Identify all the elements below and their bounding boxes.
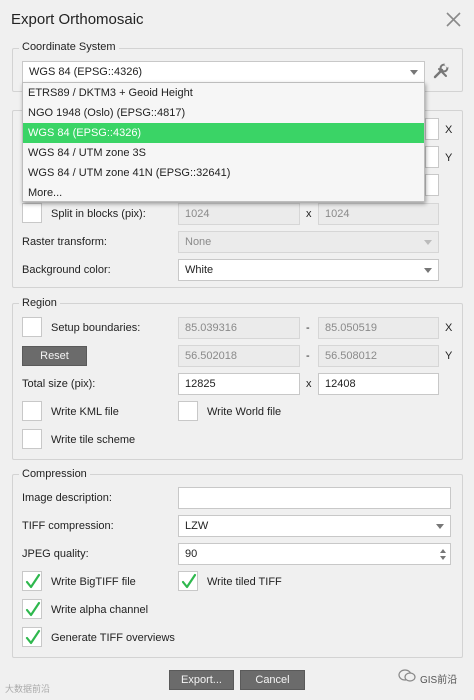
write-alpha-checkbox[interactable] <box>22 599 42 619</box>
raster-y-field[interactable] <box>425 146 439 168</box>
jpeg-quality-spinbox[interactable]: 90 <box>178 543 451 565</box>
write-tile-scheme-label: Write tile scheme <box>51 434 136 446</box>
times-sign: x <box>306 378 312 390</box>
image-description-label: Image description: <box>22 492 112 504</box>
dialog-title: Export Orthomosaic <box>11 11 144 28</box>
axis-y-label: Y <box>445 350 453 362</box>
raster-transform-value: None <box>185 236 212 248</box>
background-color-label: Background color: <box>22 264 111 276</box>
setup-boundaries-label: Setup boundaries: <box>51 322 141 334</box>
dropdown-option[interactable]: NGO 1948 (Oslo) (EPSG::4817) <box>23 103 424 123</box>
split-blocks-checkbox[interactable] <box>22 203 42 223</box>
write-bigtiff-label: Write BigTIFF file <box>51 576 136 588</box>
generate-overviews-checkbox[interactable] <box>22 627 42 647</box>
write-kml-label: Write KML file <box>51 406 119 418</box>
write-tiled-tiff-checkbox[interactable] <box>178 571 198 591</box>
tiff-compression-label: TIFF compression: <box>22 520 114 532</box>
y-min-input[interactable]: 56.502018 <box>178 345 300 367</box>
range-dash: - <box>306 350 310 362</box>
x-min-input[interactable]: 85.039316 <box>178 317 300 339</box>
coordinate-system-dropdown[interactable]: ETRS89 / DKTM3 + Geoid Height NGO 1948 (… <box>22 82 425 202</box>
dropdown-option[interactable]: WGS 84 / UTM zone 41N (EPSG::32641) <box>23 163 424 183</box>
checkmark-icon <box>181 573 197 589</box>
total-height-input[interactable]: 12408 <box>318 373 439 395</box>
region-legend: Region <box>19 297 60 309</box>
write-kml-checkbox[interactable] <box>22 401 42 421</box>
write-world-label: Write World file <box>207 406 282 418</box>
split-blocks-label: Split in blocks (pix): <box>51 208 146 220</box>
jpeg-quality-label: JPEG quality: <box>22 548 89 560</box>
range-dash: - <box>306 322 310 334</box>
watermark-right: GIS前沿 <box>420 675 458 686</box>
cancel-button[interactable]: Cancel <box>240 670 305 690</box>
total-size-label: Total size (pix): <box>22 378 96 390</box>
axis-x-label: X <box>445 322 453 334</box>
spin-down-icon[interactable] <box>440 556 446 560</box>
write-alpha-label: Write alpha channel <box>51 604 149 616</box>
dropdown-option[interactable]: WGS 84 / UTM zone 3S <box>23 143 424 163</box>
axis-y-label: Y <box>445 152 453 164</box>
write-world-checkbox[interactable] <box>178 401 198 421</box>
x-max-input[interactable]: 85.050519 <box>318 317 439 339</box>
generate-overviews-label: Generate TIFF overviews <box>51 632 175 644</box>
raster-x-field[interactable] <box>425 118 439 140</box>
axis-x-label: X <box>445 124 453 136</box>
dropdown-option[interactable]: ETRS89 / DKTM3 + Geoid Height <box>23 83 424 103</box>
image-description-input[interactable] <box>178 487 451 509</box>
jpeg-quality-value: 90 <box>185 548 198 560</box>
chevron-down-icon <box>424 240 432 245</box>
chevron-down-icon <box>424 268 432 273</box>
tiff-compression-select[interactable]: LZW <box>178 515 451 537</box>
export-button[interactable]: Export... <box>169 670 234 690</box>
dropdown-option-selected[interactable]: WGS 84 (EPSG::4326) <box>23 123 424 143</box>
wrench-icon[interactable] <box>430 60 452 82</box>
coordinate-system-legend: Coordinate System <box>19 41 119 53</box>
total-width-input[interactable]: 12825 <box>178 373 300 395</box>
background-color-select[interactable]: White <box>178 259 439 281</box>
background-color-value: White <box>185 264 214 276</box>
times-sign: x <box>306 208 312 220</box>
write-tiled-tiff-label: Write tiled TIFF <box>207 576 282 588</box>
tiff-compression-value: LZW <box>185 520 209 532</box>
split-width-input[interactable]: 1024 <box>178 203 300 225</box>
y-max-input[interactable]: 56.508012 <box>318 345 439 367</box>
coordinate-system-select[interactable]: WGS 84 (EPSG::4326) <box>22 61 425 83</box>
write-bigtiff-checkbox[interactable] <box>22 571 42 591</box>
chevron-down-icon <box>436 524 444 529</box>
write-tile-scheme-checkbox[interactable] <box>22 429 42 449</box>
chat-bubble-icon <box>398 669 416 683</box>
compression-legend: Compression <box>19 468 90 480</box>
checkmark-icon <box>25 601 41 617</box>
checkmark-icon <box>25 629 41 645</box>
chevron-down-icon <box>410 70 418 75</box>
raster-extra-field[interactable] <box>425 174 439 196</box>
checkmark-icon <box>25 573 41 589</box>
watermark-left: 大数据前沿 <box>5 684 51 694</box>
split-height-input[interactable]: 1024 <box>318 203 439 225</box>
coordinate-system-value: WGS 84 (EPSG::4326) <box>29 66 143 78</box>
reset-button[interactable]: Reset <box>22 346 87 366</box>
setup-boundaries-checkbox[interactable] <box>22 317 42 337</box>
spin-up-icon[interactable] <box>440 549 446 553</box>
raster-transform-select[interactable]: None <box>178 231 439 253</box>
raster-transform-label: Raster transform: <box>22 236 107 248</box>
close-icon[interactable] <box>444 10 464 30</box>
dropdown-option-more[interactable]: More... <box>23 183 424 203</box>
